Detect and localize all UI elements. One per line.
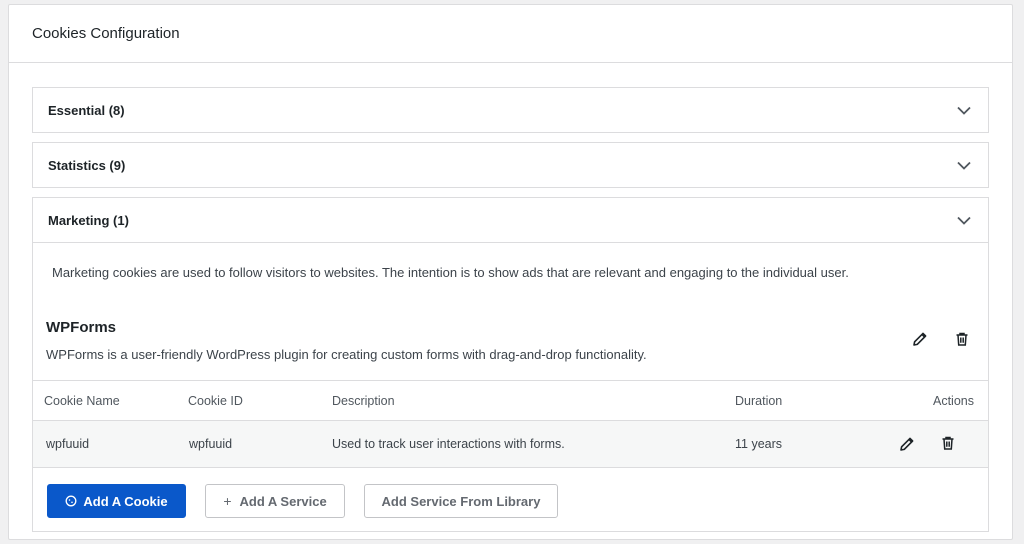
cookie-icon <box>65 495 77 507</box>
accordion-header-statistics[interactable]: Statistics (9) <box>33 143 988 187</box>
accordion-title: Marketing (1) <box>48 212 129 228</box>
edit-cookie-pencil-icon[interactable] <box>897 434 917 454</box>
table-header: Cookie Name Cookie ID Description Durati… <box>33 380 988 421</box>
cell-cookie-name: wpfuuid <box>46 437 90 451</box>
cell-description: Used to track user interactions with for… <box>332 437 565 451</box>
header-actions: Actions <box>933 394 974 408</box>
edit-service-pencil-icon[interactable] <box>910 329 930 349</box>
add-cookie-button[interactable]: Add A Cookie <box>47 484 186 518</box>
cell-duration: 11 years <box>735 437 783 451</box>
accordion-header-marketing[interactable]: Marketing (1) <box>33 198 988 242</box>
accordion-essential: Essential (8) <box>32 87 989 133</box>
add-from-library-label: Add Service From Library <box>381 493 541 509</box>
actions-bar: Add A Cookie + Add A Service Add Service… <box>33 470 988 532</box>
delete-cookie-trash-icon[interactable] <box>938 433 958 453</box>
add-service-from-library-button[interactable]: Add Service From Library <box>364 484 558 518</box>
header-duration: Duration <box>735 394 783 408</box>
header-description: Description <box>332 394 395 408</box>
accordion-marketing: Marketing (1) Marketing cookies are used… <box>32 197 989 532</box>
cookies-configuration-panel: Cookies Configuration Essential (8) Stat… <box>8 4 1013 540</box>
table-row: wpfuuid wpfuuid Used to track user inter… <box>33 421 988 468</box>
plus-icon: + <box>223 493 232 509</box>
cell-cookie-id: wpfuuid <box>189 437 233 451</box>
add-service-label: Add A Service <box>239 493 327 509</box>
accordion-title: Statistics (9) <box>48 157 126 173</box>
service-description: WPForms is a user-friendly WordPress plu… <box>46 347 647 362</box>
accordion-statistics: Statistics (9) <box>32 142 989 188</box>
service-name: WPForms <box>46 319 117 336</box>
header-cookie-name: Cookie Name <box>44 394 120 408</box>
accordion-header-essential[interactable]: Essential (8) <box>33 88 988 132</box>
cookie-table: Cookie Name Cookie ID Description Durati… <box>33 380 988 468</box>
add-service-button[interactable]: + Add A Service <box>205 484 345 518</box>
panel-header: Cookies Configuration <box>9 5 1012 63</box>
delete-service-trash-icon[interactable] <box>952 329 972 349</box>
header-cookie-id: Cookie ID <box>188 394 243 408</box>
add-cookie-label: Add A Cookie <box>83 493 168 509</box>
accordion-body-marketing: Marketing cookies are used to follow vis… <box>33 242 988 531</box>
chevron-down-icon[interactable] <box>956 212 972 228</box>
chevron-down-icon[interactable] <box>956 157 972 173</box>
panel-title: Cookies Configuration <box>32 25 180 42</box>
accordion-title: Essential (8) <box>48 102 125 118</box>
category-description: Marketing cookies are used to follow vis… <box>52 265 849 280</box>
chevron-down-icon[interactable] <box>956 102 972 118</box>
